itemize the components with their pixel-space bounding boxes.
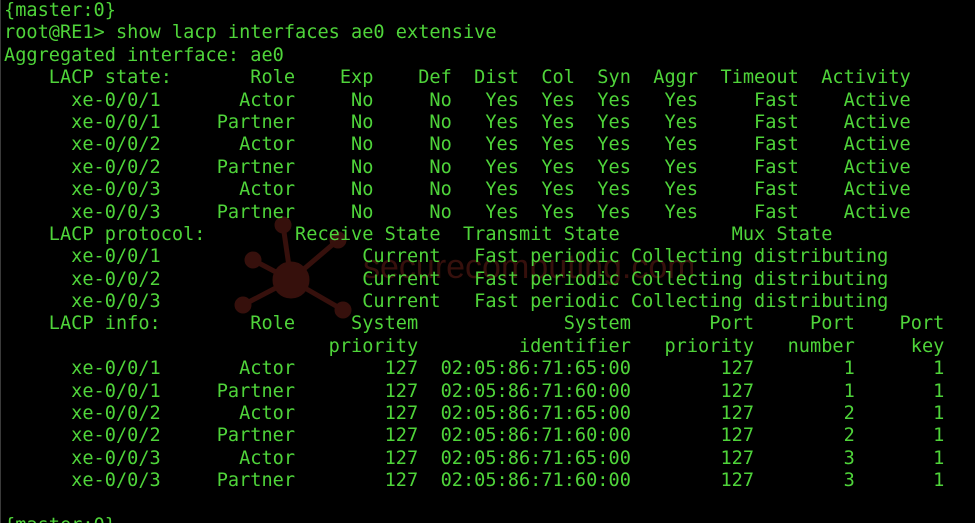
output-line: xe-0/0/1 Current Fast periodic Collectin… — [4, 246, 889, 268]
output-line: xe-0/0/2 Partner No No Yes Yes Yes Yes F… — [4, 156, 911, 178]
output-line: xe-0/0/1 Actor No No Yes Yes Yes Yes Fas… — [4, 89, 911, 111]
output-line: xe-0/0/3 Actor No No Yes Yes Yes Yes Fas… — [4, 179, 911, 201]
terminal-output: {master:0} root@RE1> show lacp interfaces… — [4, 0, 944, 523]
output-line: xe-0/0/2 Actor No No Yes Yes Yes Yes Fas… — [4, 134, 911, 156]
output-line: xe-0/0/2 Actor 127 02:05:86:71:65:00 127… — [4, 403, 945, 425]
output-line: LACP protocol: Receive State Transmit St… — [4, 223, 833, 245]
output-line: priority identifier priority number key — [4, 335, 945, 357]
output-line: xe-0/0/3 Current Fast periodic Collectin… — [4, 291, 889, 313]
output-line: xe-0/0/3 Actor 127 02:05:86:71:65:00 127… — [4, 447, 945, 469]
output-line: Aggregated interface: ae0 — [4, 44, 284, 66]
output-line: xe-0/0/1 Partner No No Yes Yes Yes Yes F… — [4, 111, 911, 133]
output-line: xe-0/0/3 Partner 127 02:05:86:71:60:00 1… — [4, 470, 945, 492]
output-line: LACP info: Role System System Port Port … — [4, 313, 945, 335]
output-line: LACP state: Role Exp Def Dist Col Syn Ag… — [4, 67, 911, 89]
prompt-context-line: {master:0} — [4, 0, 116, 21]
output-line: xe-0/0/1 Actor 127 02:05:86:71:65:00 127… — [4, 358, 945, 380]
terminal-window[interactable]: securecomputing.com {master:0} root@RE1> … — [0, 0, 975, 523]
output-line: xe-0/0/3 Partner No No Yes Yes Yes Yes F… — [4, 201, 911, 223]
prompt-context-line: {master:0} — [4, 515, 944, 523]
output-line: xe-0/0/2 Partner 127 02:05:86:71:60:00 1… — [4, 425, 945, 447]
output-line: xe-0/0/1 Partner 127 02:05:86:71:60:00 1… — [4, 380, 945, 402]
output-line: xe-0/0/2 Current Fast periodic Collectin… — [4, 268, 889, 290]
command-line: root@RE1> show lacp interfaces ae0 exten… — [4, 22, 497, 44]
